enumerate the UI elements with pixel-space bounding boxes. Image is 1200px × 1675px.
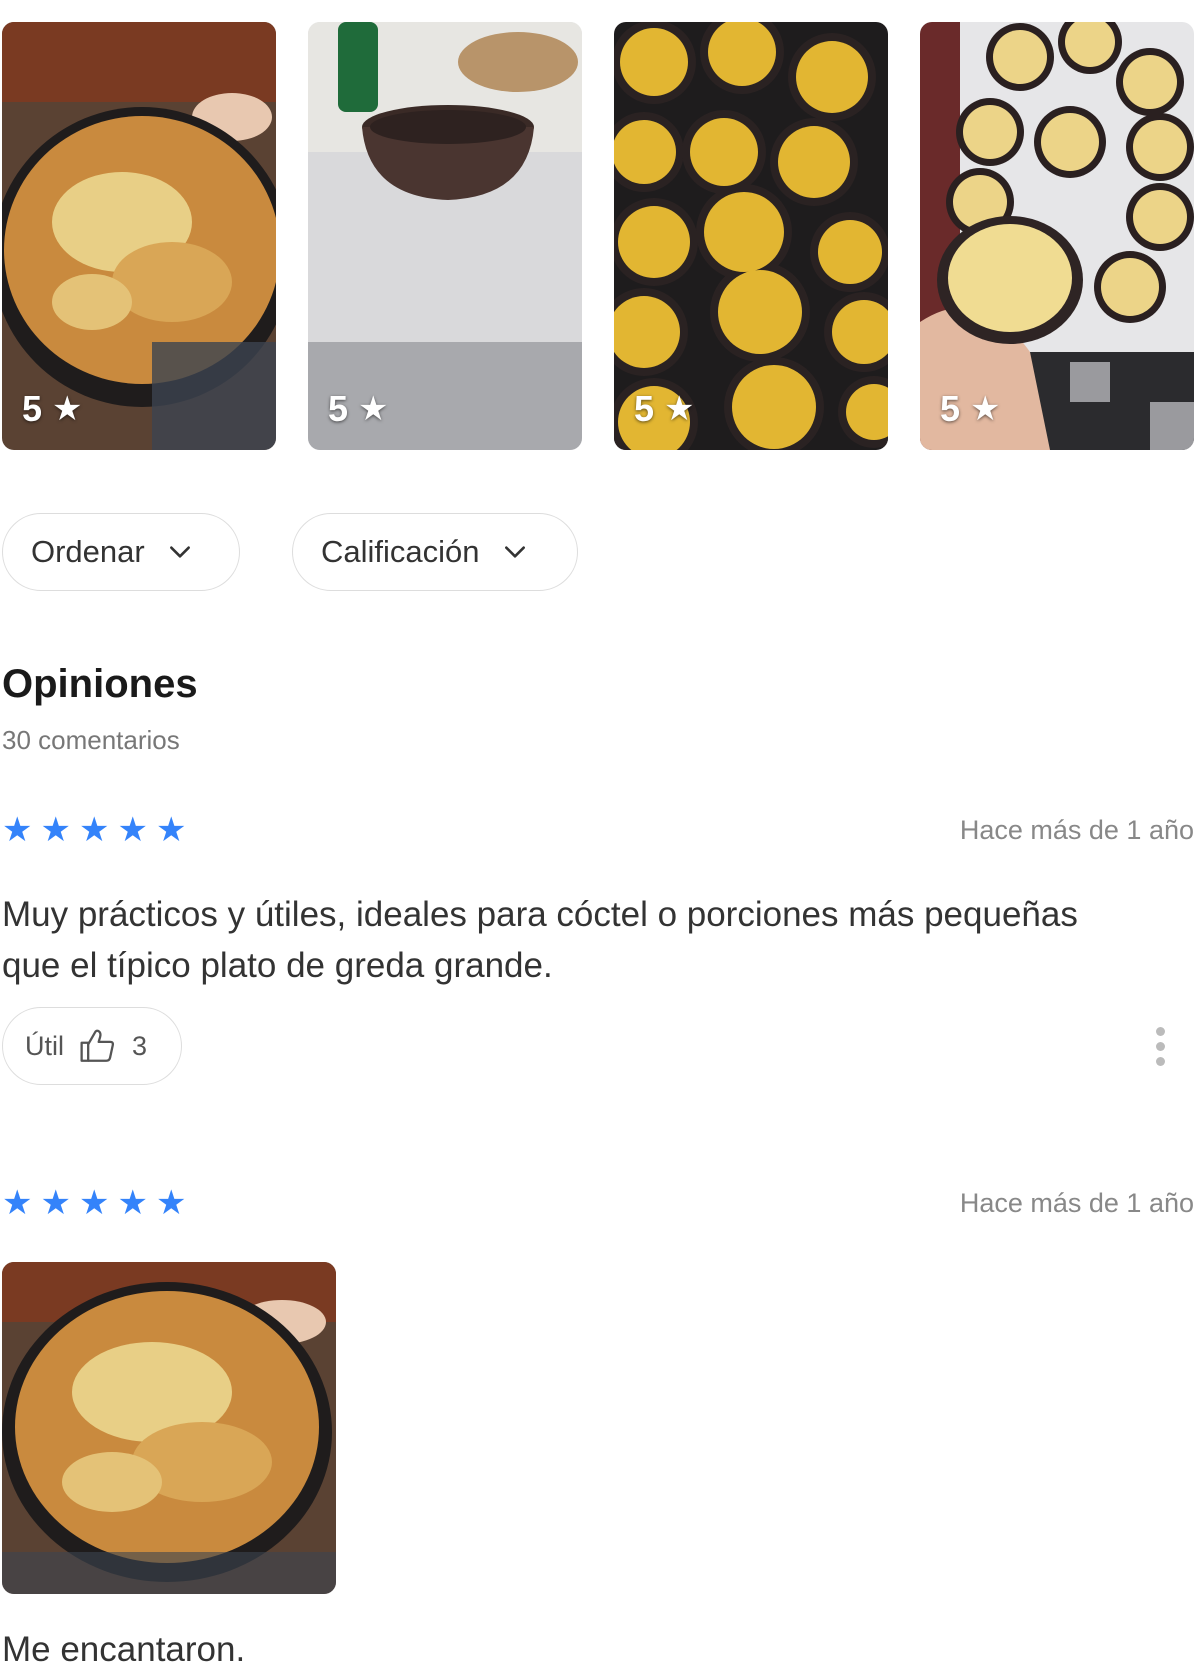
review-date: Hace más de 1 año (959, 1188, 1194, 1218)
star-icon: ★ (117, 1184, 148, 1222)
review-item: ★ ★ ★ ★ ★ Hace más de 1 año Me encantaro… (2, 1184, 1194, 1669)
photo-rating: 5 ★ (634, 388, 695, 430)
rating-filter-dropdown[interactable]: Calificación (292, 513, 578, 591)
sort-dropdown-label: Ordenar (31, 534, 145, 569)
photo-rating: 5 ★ (22, 388, 83, 430)
star-icon: ★ (2, 1184, 33, 1222)
star-icon: ★ (155, 1184, 187, 1222)
review-date: Hace más de 1 año (959, 815, 1194, 845)
review-item: ★ ★ ★ ★ ★ Hace más de 1 año Muy práctico… (2, 811, 1194, 1085)
thumbs-up-icon (80, 1029, 115, 1062)
gallery-photo-4[interactable]: 5 ★ (920, 22, 1194, 450)
rating-value: 5 (22, 388, 43, 429)
review-photo[interactable] (2, 1262, 336, 1594)
star-icon: ★ (40, 811, 71, 849)
star-icon: ★ (78, 811, 110, 849)
rating-value: 5 (328, 388, 349, 429)
helpful-count: 3 (132, 1030, 148, 1061)
helpful-button[interactable]: Útil 3 (2, 1007, 182, 1085)
pastel-photo (2, 22, 276, 450)
star-icon: ★ (155, 811, 187, 849)
gallery-photo-1[interactable]: 5 ★ (2, 22, 276, 450)
hand-photo (920, 22, 1194, 450)
helpful-label: Útil (25, 1030, 64, 1061)
chevron-down-icon (169, 546, 190, 558)
star-icon: ★ (117, 811, 148, 849)
rating-value: 5 (634, 388, 655, 429)
star-icon: ★ (358, 390, 389, 428)
bowl-photo (308, 22, 582, 450)
pastel-photo (2, 1262, 336, 1594)
star-icon: ★ (40, 1184, 71, 1222)
review-filters: Ordenar Calificación (2, 513, 578, 591)
star-icon: ★ (664, 390, 695, 428)
review-text: Muy prácticos y útiles, ideales para cóc… (2, 895, 1078, 985)
review-photo-gallery: 5 ★ 5 ★ 5 ★ 5 ★ (2, 22, 1194, 450)
opinions-title: Opiniones (2, 662, 198, 706)
more-options-icon[interactable] (1154, 1027, 1166, 1071)
star-icon: ★ (2, 811, 33, 849)
gallery-photo-2[interactable]: 5 ★ (308, 22, 582, 450)
sort-dropdown[interactable]: Ordenar (2, 513, 240, 591)
tray-photo (614, 22, 888, 450)
chevron-down-icon (504, 546, 525, 558)
gallery-photo-3[interactable]: 5 ★ (614, 22, 888, 450)
star-icon: ★ (970, 390, 1001, 428)
star-icon: ★ (52, 390, 83, 428)
review-text: Me encantaron. (2, 1630, 246, 1669)
photo-rating: 5 ★ (940, 388, 1001, 430)
rating-value: 5 (940, 388, 961, 429)
comments-count: 30 comentarios (2, 725, 180, 755)
photo-rating: 5 ★ (328, 388, 389, 430)
rating-filter-label: Calificación (321, 534, 480, 569)
star-icon: ★ (78, 1184, 110, 1222)
